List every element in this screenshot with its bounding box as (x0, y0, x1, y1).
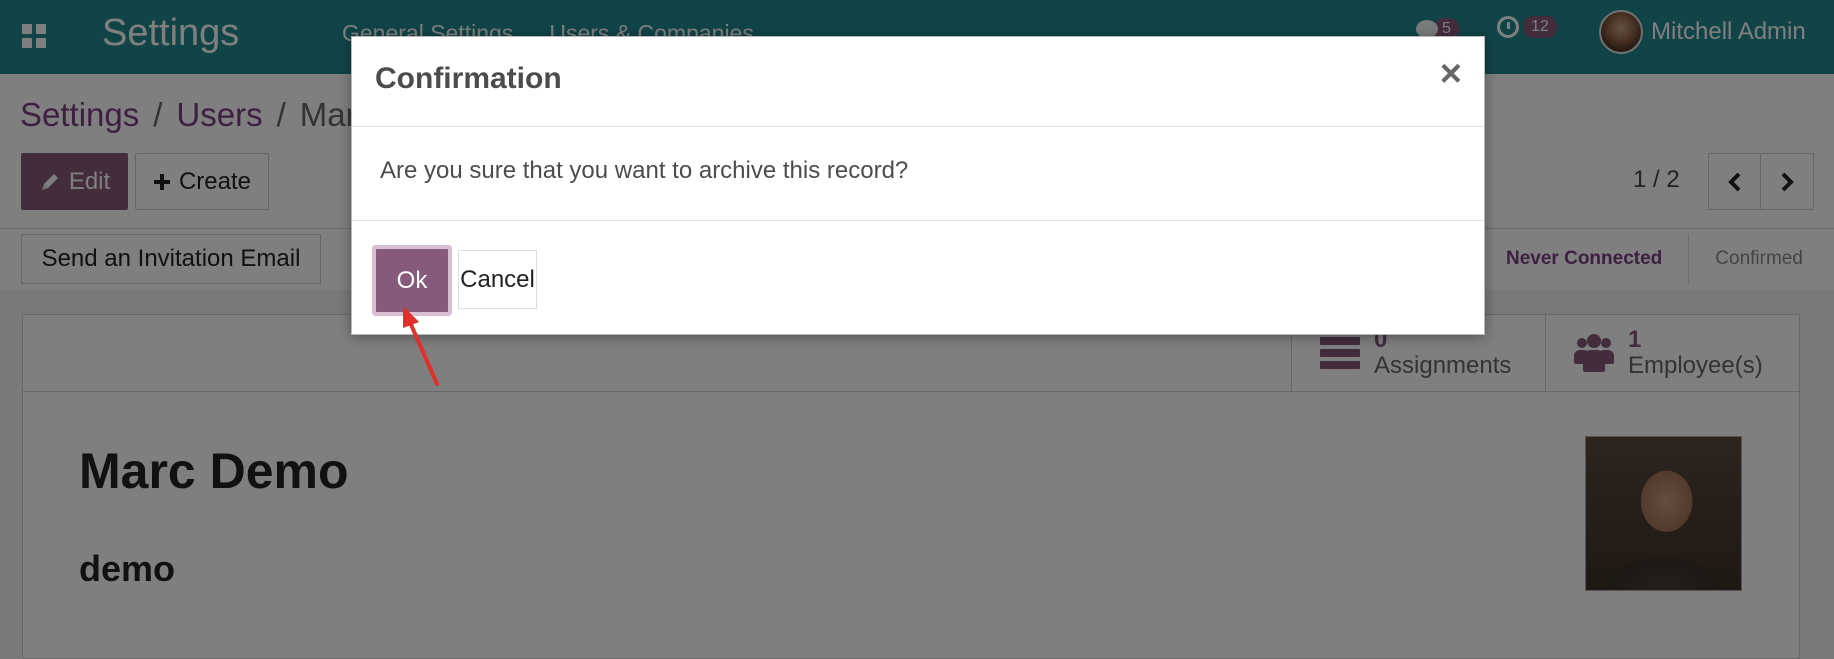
cancel-button[interactable]: Cancel (458, 250, 537, 309)
confirmation-dialog: Confirmation × Are you sure that you wan… (351, 36, 1485, 335)
dialog-body: Are you sure that you want to archive th… (352, 127, 1484, 221)
annotation-arrow-icon (403, 306, 439, 386)
close-icon[interactable]: × (1440, 55, 1462, 93)
dialog-header: Confirmation × (352, 37, 1484, 127)
dialog-message: Are you sure that you want to archive th… (380, 157, 909, 184)
dialog-title: Confirmation (375, 62, 562, 95)
